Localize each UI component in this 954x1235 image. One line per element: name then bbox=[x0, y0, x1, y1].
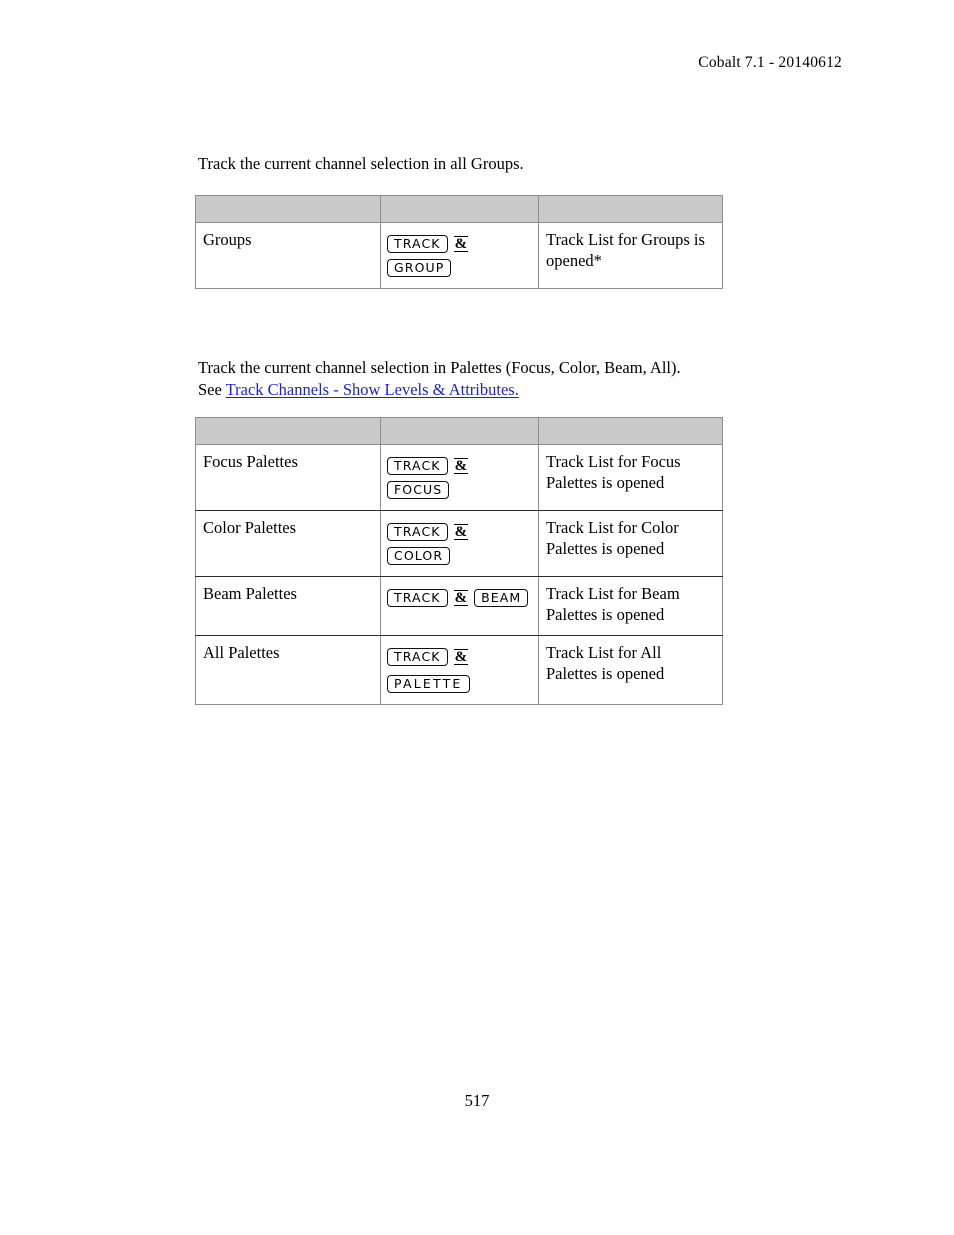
table-header-row bbox=[195, 195, 723, 223]
ampersand-separator: & bbox=[453, 649, 469, 666]
palettes-intro-line-1: Track the current channel selection in P… bbox=[198, 358, 681, 377]
ampersand-separator: & bbox=[453, 524, 469, 541]
groups-shortcut-table: Groups TRACK &GROUP Track List for Groups… bbox=[195, 195, 723, 289]
table-row: Groups TRACK &GROUP Track List for Groups… bbox=[195, 222, 723, 289]
row-result: Track List for Color Palettes is opened bbox=[538, 510, 723, 577]
row-result: Track List for All Palettes is opened bbox=[538, 635, 723, 705]
see-label: See bbox=[198, 379, 226, 399]
row-label: Color Palettes bbox=[195, 510, 381, 577]
table-row: Beam Palettes TRACK & BEAM Track List for … bbox=[195, 576, 723, 636]
keycap-group: GROUP bbox=[387, 259, 452, 278]
column-header-keys bbox=[380, 417, 539, 445]
row-keys: TRACK & BEAM bbox=[380, 576, 539, 636]
table-row: All Palettes TRACK & PALETTE Track List fo… bbox=[195, 635, 723, 705]
table-header-row bbox=[195, 417, 723, 445]
keycap-track: TRACK bbox=[387, 523, 448, 542]
row-keys: TRACK &COLOR bbox=[380, 510, 539, 577]
section-groups-intro: Track the current channel selection in a… bbox=[198, 154, 524, 173]
page-number: 517 bbox=[464, 1091, 490, 1110]
column-header-item bbox=[195, 195, 381, 223]
keycap-track: TRACK bbox=[387, 235, 448, 254]
document-page: Cobalt 7.1 - 20140612 Track the current … bbox=[0, 0, 954, 1235]
document-header: Cobalt 7.1 - 20140612 bbox=[698, 54, 842, 71]
row-keys: TRACK & PALETTE bbox=[380, 635, 539, 705]
table-row: Color Palettes TRACK &COLOR Track List fo… bbox=[195, 510, 723, 577]
section-palettes-intro: Track the current channel selection in P… bbox=[198, 357, 681, 400]
column-header-item bbox=[195, 417, 381, 445]
row-result: Track List for Focus Palettes is opened bbox=[538, 444, 723, 511]
keycap-beam: BEAM bbox=[474, 589, 529, 608]
ampersand-separator: & bbox=[453, 236, 469, 253]
row-result: Track List for Beam Palettes is opened bbox=[538, 576, 723, 636]
palettes-intro-line-2: See Track Channels - Show Levels & Attri… bbox=[198, 379, 681, 401]
column-header-keys bbox=[380, 195, 539, 223]
table-row: Focus Palettes TRACK &FOCUS Track List fo… bbox=[195, 444, 723, 511]
keycap-track: TRACK bbox=[387, 589, 448, 608]
keycap-track: TRACK bbox=[387, 648, 448, 667]
keycap-track: TRACK bbox=[387, 457, 448, 476]
row-label: Beam Palettes bbox=[195, 576, 381, 636]
palettes-shortcut-table: Focus Palettes TRACK &FOCUS Track List fo… bbox=[195, 417, 723, 705]
ampersand-separator: & bbox=[453, 590, 469, 607]
column-header-result bbox=[538, 417, 723, 445]
row-label: Groups bbox=[195, 222, 381, 289]
keycap-color: COLOR bbox=[387, 547, 451, 566]
keycap-palette: PALETTE bbox=[387, 675, 470, 694]
row-result: Track List for Groups is opened* bbox=[538, 222, 723, 289]
ampersand-separator: & bbox=[453, 458, 469, 475]
row-keys: TRACK &GROUP bbox=[380, 222, 539, 289]
track-channels-link[interactable]: Track Channels - Show Levels & Attribute… bbox=[226, 380, 519, 399]
row-keys: TRACK &FOCUS bbox=[380, 444, 539, 511]
keycap-focus: FOCUS bbox=[387, 481, 450, 500]
column-header-result bbox=[538, 195, 723, 223]
row-label: Focus Palettes bbox=[195, 444, 381, 511]
keys-line-break bbox=[387, 668, 532, 671]
row-label: All Palettes bbox=[195, 635, 381, 705]
